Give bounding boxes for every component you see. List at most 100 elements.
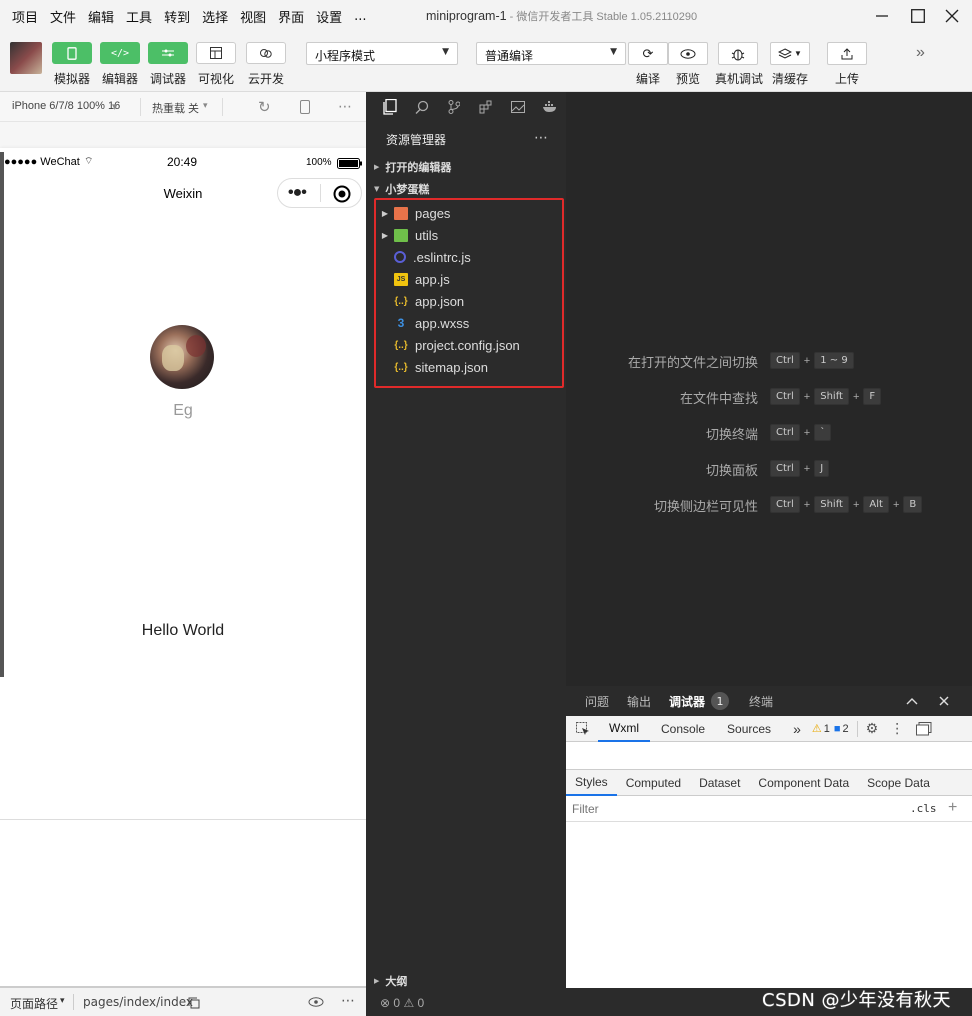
tab-console[interactable]: Console — [650, 716, 716, 742]
maximize-icon — [911, 9, 925, 23]
device-caret-icon[interactable]: ▾ — [112, 100, 118, 113]
warning-icon: ⚠ — [403, 996, 415, 1010]
clear-cache-button[interactable]: ▼ — [770, 42, 810, 65]
hint-row: 在文件中查找 Ctrl + Shift + F — [566, 386, 972, 406]
hot-reload-toggle[interactable]: 热重载 关 — [152, 100, 199, 116]
more-tabs-button[interactable]: » — [782, 716, 812, 742]
close-miniprogram-icon[interactable] — [333, 185, 351, 203]
tab-styles[interactable]: Styles — [566, 770, 617, 796]
mode-select[interactable]: 小程序模式 ▼ — [306, 42, 458, 65]
minimize-button[interactable] — [868, 4, 896, 28]
menu-more[interactable]: ... — [348, 9, 372, 24]
menu-file[interactable]: 文件 — [44, 7, 82, 26]
tree-item-app-js[interactable]: JS app.js — [376, 268, 450, 290]
real-device-debug-button[interactable] — [718, 42, 758, 65]
gear-icon[interactable]: ⚙ — [866, 720, 879, 737]
eye-icon[interactable] — [308, 997, 324, 1007]
menu-interface[interactable]: 界面 — [272, 7, 310, 26]
image-icon[interactable] — [502, 92, 534, 122]
caret-down-icon[interactable]: ▾ — [60, 996, 65, 1006]
outline-section[interactable]: ▶ 大纲 — [366, 970, 566, 992]
cloud-button[interactable] — [246, 42, 286, 64]
tab-dataset[interactable]: Dataset — [690, 770, 749, 796]
visual-toggle[interactable] — [196, 42, 236, 64]
project-section[interactable]: ▼ 小梦蛋糕 — [366, 178, 566, 200]
user-avatar[interactable] — [10, 42, 42, 74]
upload-button[interactable] — [827, 42, 867, 65]
inspect-icon[interactable] — [576, 721, 590, 736]
tab-scope-data[interactable]: Scope Data — [858, 770, 939, 796]
tab-terminal[interactable]: 终端 — [749, 693, 773, 710]
menu-edit[interactable]: 编辑 — [82, 7, 120, 26]
editor-toggle[interactable]: </> — [100, 42, 140, 64]
debugger-toggle[interactable] — [148, 42, 188, 64]
source-control-icon[interactable] — [438, 92, 470, 122]
search-icon[interactable] — [406, 92, 438, 122]
divider — [222, 98, 223, 116]
more-dots-icon[interactable]: •●• — [288, 184, 307, 202]
preview-button[interactable] — [668, 42, 708, 65]
filter-input[interactable] — [572, 801, 892, 816]
page-path-bar: 页面路径 ▾ pages/index/index ⋯ — [0, 986, 366, 1016]
tab-output[interactable]: 输出 — [627, 693, 651, 710]
warning-count: 0 — [417, 996, 425, 1010]
file-name: app.js — [415, 271, 450, 287]
more-options-icon[interactable]: ⋯ — [341, 993, 355, 1009]
tab-wxml[interactable]: Wxml — [598, 716, 650, 742]
menu-goto[interactable]: 转到 — [158, 7, 196, 26]
menu-settings[interactable]: 设置 — [310, 7, 348, 26]
add-rule-button[interactable]: + — [948, 799, 957, 817]
kebab-menu-icon[interactable]: ⋮ — [890, 720, 904, 737]
dom-tree[interactable] — [566, 742, 972, 770]
tree-item-app-wxss[interactable]: 3 app.wxss — [376, 312, 470, 334]
compile-select[interactable]: 普通编译 ▼ — [476, 42, 626, 65]
tree-item-project-config[interactable]: {..} project.config.json — [376, 334, 519, 356]
more-toolbar-icon[interactable]: » — [916, 44, 925, 62]
cls-toggle[interactable]: .cls — [910, 802, 937, 815]
tab-sources[interactable]: Sources — [716, 716, 782, 742]
page-path-label[interactable]: 页面路径 — [10, 995, 58, 1012]
menu-view[interactable]: 视图 — [234, 7, 272, 26]
plus-sign: + — [803, 498, 811, 511]
file-name: sitemap.json — [415, 359, 488, 375]
menu-tools[interactable]: 工具 — [120, 7, 158, 26]
tab-debugger[interactable]: 调试器 — [669, 693, 705, 710]
maximize-button[interactable] — [904, 4, 932, 28]
phone-frame-icon[interactable] — [300, 100, 310, 114]
tab-computed[interactable]: Computed — [617, 770, 690, 796]
warning-count[interactable]: 1 — [824, 723, 830, 735]
explorer-header: 资源管理器 ⋯ — [366, 122, 566, 156]
close-icon[interactable] — [939, 696, 949, 706]
close-window-button[interactable] — [938, 4, 966, 28]
tree-item-sitemap[interactable]: {..} sitemap.json — [376, 356, 488, 378]
menu-select[interactable]: 选择 — [196, 7, 234, 26]
tab-component-data[interactable]: Component Data — [749, 770, 858, 796]
tree-item-eslintrc[interactable]: .eslintrc.js — [376, 246, 471, 268]
tree-item-app-json[interactable]: {..} app.json — [376, 290, 464, 312]
more-options-icon[interactable]: ⋯ — [338, 98, 352, 115]
tree-item-utils[interactable]: ▶ utils — [376, 224, 438, 246]
files-icon[interactable] — [374, 92, 406, 122]
extensions-icon[interactable] — [470, 92, 502, 122]
hotreload-caret-icon[interactable]: ▾ — [203, 100, 208, 111]
menu-project[interactable]: 项目 — [6, 7, 44, 26]
info-count[interactable]: 2 — [843, 723, 849, 735]
chevron-up-icon[interactable] — [906, 697, 918, 705]
rotate-icon[interactable]: ↻ — [258, 98, 271, 116]
battery-icon — [337, 158, 362, 169]
problems-status[interactable]: ⊗ 0 ⚠ 0 — [366, 990, 566, 1016]
caret-down-icon: ▼ — [610, 47, 617, 57]
undock-icon[interactable] — [916, 721, 932, 736]
hint-keys: Ctrl + ` — [770, 424, 832, 441]
more-options-icon[interactable]: ⋯ — [534, 130, 548, 146]
key: Ctrl — [770, 496, 800, 513]
copy-icon[interactable] — [188, 997, 200, 1009]
device-select[interactable]: iPhone 6/7/8 100% 16 — [12, 100, 120, 112]
docker-icon[interactable] — [534, 92, 566, 122]
hint-label: 在打开的文件之间切换 — [627, 355, 758, 370]
compile-button[interactable]: ⟳ — [628, 42, 668, 65]
simulator-toggle[interactable] — [52, 42, 92, 64]
tree-item-pages[interactable]: ▶ pages — [376, 202, 451, 224]
tab-problems[interactable]: 问题 — [585, 693, 609, 710]
open-editors-section[interactable]: ▶ 打开的编辑器 — [366, 156, 566, 178]
